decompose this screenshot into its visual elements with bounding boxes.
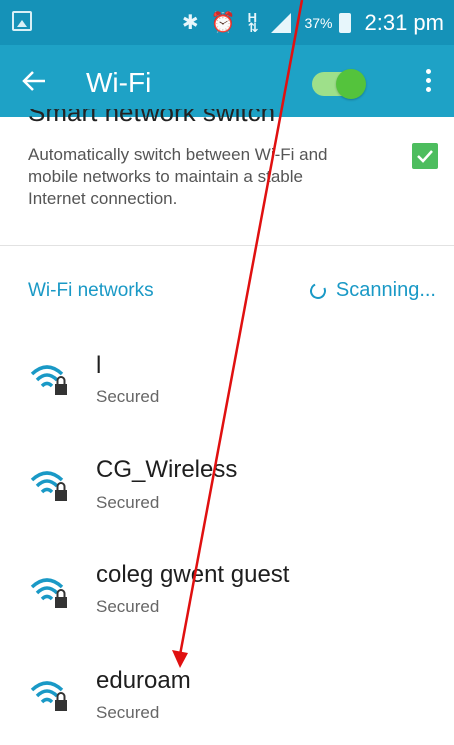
network-status: Secured <box>96 703 160 722</box>
wifi-locked-icon <box>30 578 67 608</box>
hspa-icon: H ⇅ <box>247 10 259 35</box>
network-status: Secured <box>96 387 160 406</box>
alarm-icon: ⏰ <box>210 12 236 34</box>
image-icon <box>12 11 32 31</box>
status-time: 2:31 pm <box>364 10 445 35</box>
divider <box>0 245 454 246</box>
status-bar: ✱ ⏰ H ⇅ 37% 2:31 pm <box>0 0 454 45</box>
networks-label: Wi-Fi networks <box>28 280 154 301</box>
wifi-toggle[interactable] <box>312 69 366 99</box>
network-item[interactable]: eduroam Secured <box>0 655 454 745</box>
battery-percent: 37% <box>304 15 333 31</box>
network-name: eduroam <box>96 667 191 694</box>
page-title: Wi-Fi <box>86 67 152 98</box>
back-button[interactable] <box>20 67 48 95</box>
network-item[interactable]: l Secured <box>0 340 454 430</box>
scanning-label: Scanning... <box>335 279 436 301</box>
more-options-button[interactable] <box>418 65 438 99</box>
network-name: l <box>96 352 102 379</box>
signal-icon <box>270 12 292 34</box>
networks-header: Wi-Fi networks Scanning... <box>0 270 454 310</box>
smart-network-switch[interactable]: Smart network switch Automatically switc… <box>0 109 454 245</box>
network-item[interactable]: CG_Wireless Secured <box>0 446 454 536</box>
scanning-status: Scanning... <box>307 279 436 302</box>
app-bar: Wi-Fi <box>0 45 454 117</box>
smart-switch-title: Smart network switch <box>28 109 276 127</box>
back-arrow-icon <box>22 71 45 91</box>
network-name: CG_Wireless <box>96 456 238 483</box>
smart-switch-description: Automatically switch between Wi-Fi and m… <box>28 145 328 208</box>
wifi-locked-icon <box>30 471 67 501</box>
battery-icon <box>338 13 351 33</box>
network-status: Secured <box>96 493 160 512</box>
spinner-icon <box>307 280 329 301</box>
network-name: coleg gwent guest <box>96 561 290 588</box>
network-status: Secured <box>96 597 160 616</box>
bluetooth-icon: ✱ <box>181 12 199 34</box>
smart-switch-checkbox[interactable] <box>412 143 438 169</box>
toggle-knob <box>336 69 366 99</box>
check-icon <box>417 150 433 163</box>
wifi-locked-icon <box>30 681 67 711</box>
network-item[interactable]: coleg gwent guest Secured <box>0 553 454 643</box>
wifi-locked-icon <box>30 365 67 395</box>
status-icons: ✱ ⏰ H ⇅ 37% 2:31 pm <box>182 8 444 38</box>
